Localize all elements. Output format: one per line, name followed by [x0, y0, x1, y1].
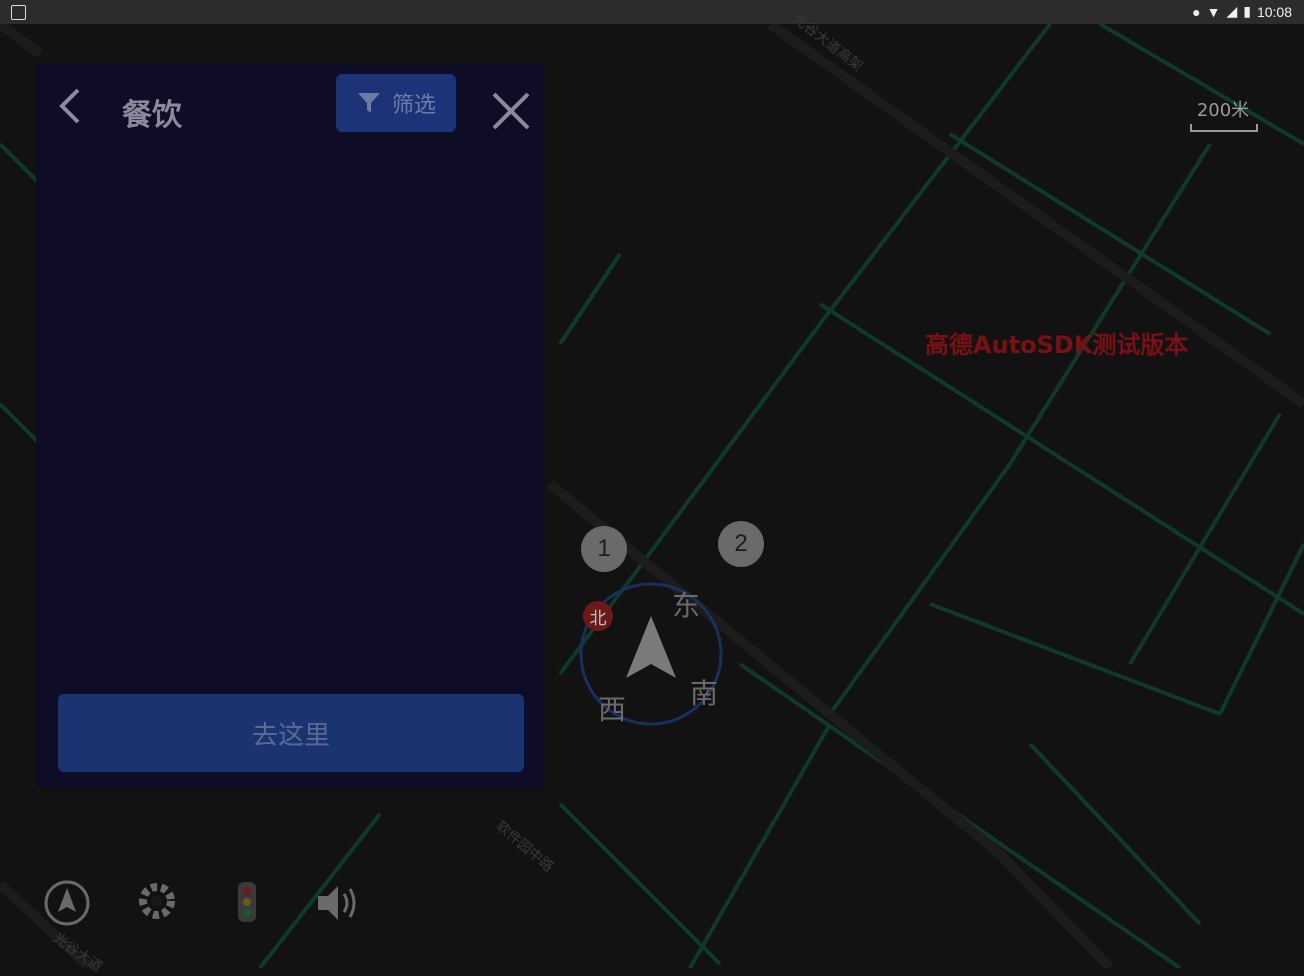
- map-scale: 200米: [1190, 96, 1258, 132]
- panel-title: 餐饮: [122, 98, 182, 133]
- compass-west: 西: [598, 693, 627, 726]
- scale-label: 200米: [1196, 100, 1250, 121]
- status-time: 10:08: [1256, 3, 1292, 20]
- search-result-panel: 餐饮 筛选 去这里: [36, 64, 544, 788]
- compass-east: 东: [672, 589, 701, 622]
- volume-icon[interactable]: [310, 876, 364, 930]
- wifi-icon: ▼: [1206, 3, 1221, 20]
- battery-icon: ▮: [1243, 3, 1251, 19]
- gear-icon[interactable]: [130, 876, 184, 930]
- filter-label: 筛选: [391, 93, 436, 118]
- poi-marker-2[interactable]: 2: [718, 521, 764, 567]
- filter-icon: [357, 93, 380, 113]
- sdk-watermark: 高德AutoSDK测试版本: [925, 331, 1189, 359]
- notification-icon: [11, 5, 26, 20]
- location-icon: ●: [1192, 3, 1201, 20]
- compass-south: 南: [690, 677, 719, 710]
- signal-icon: ◢: [1226, 3, 1238, 19]
- close-icon[interactable]: [488, 88, 534, 134]
- status-bar: ● ▼ ◢ ▮ 10:08: [0, 0, 1304, 24]
- status-icons: ● ▼ ◢ ▮ 10:08: [1192, 3, 1292, 20]
- back-icon[interactable]: [56, 86, 86, 126]
- go-here-button[interactable]: 去这里: [58, 694, 524, 772]
- compass-icon[interactable]: [40, 876, 94, 930]
- scale-bar: [1190, 124, 1258, 132]
- poi-marker-1[interactable]: 1: [581, 526, 627, 572]
- traffic-light-icon[interactable]: [220, 876, 274, 930]
- compass-north: 北: [583, 601, 613, 631]
- filter-button[interactable]: 筛选: [336, 74, 456, 132]
